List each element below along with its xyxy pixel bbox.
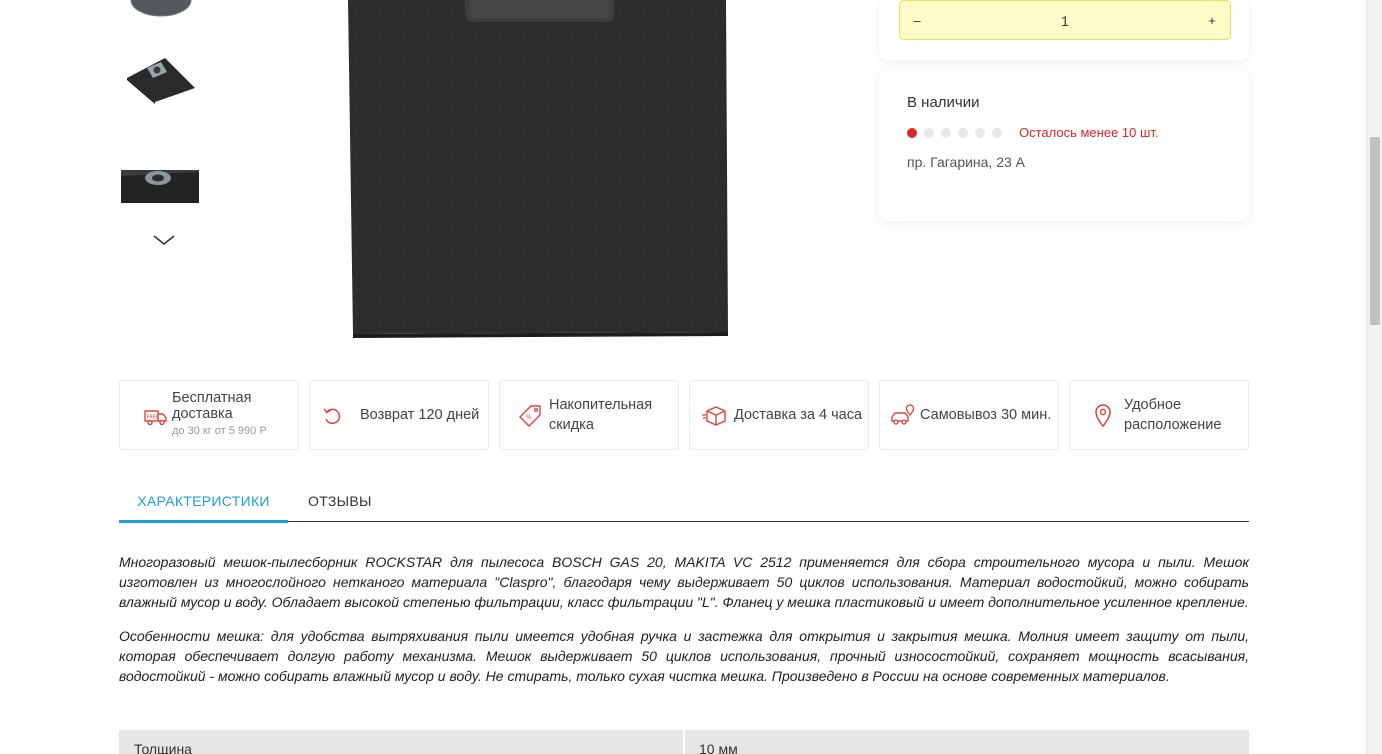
stock-card: В наличии Осталось менее 10 шт. пр. Гага… bbox=[879, 70, 1249, 221]
truck-free-icon: FREE bbox=[144, 410, 167, 426]
feature-free-delivery[interactable]: FREE Бесплатная доставка до 30 кг от 5 9… bbox=[119, 380, 299, 450]
feature-sublabel: до 30 кг от 5 990 Р bbox=[172, 425, 267, 437]
svg-text:%: % bbox=[526, 414, 532, 421]
quantity-input[interactable]: 1 bbox=[940, 11, 1190, 31]
stock-status-title: В наличии bbox=[907, 94, 980, 111]
stock-level-dot bbox=[924, 128, 934, 138]
spec-value: 10 мм bbox=[699, 741, 738, 754]
feature-label: Бесплатная доставка bbox=[172, 390, 252, 422]
gallery-thumbnail[interactable] bbox=[121, 152, 199, 203]
car-pickup-icon bbox=[891, 404, 915, 425]
product-description-paragraph: Особенности мешка: для удобства вытряхив… bbox=[119, 628, 1249, 684]
tab-reviews[interactable]: ОТЗЫВЫ bbox=[308, 481, 372, 522]
scrollbar-thumb[interactable] bbox=[1370, 137, 1380, 325]
gallery-thumbnail[interactable] bbox=[121, 0, 199, 20]
stock-level-dot bbox=[975, 128, 985, 138]
chevron-down-icon bbox=[153, 235, 175, 246]
svg-text:FREE: FREE bbox=[147, 415, 160, 421]
feature-label: Возврат 120 дней bbox=[360, 407, 480, 423]
quantity-stepper: – 1 + bbox=[899, 0, 1231, 40]
stock-level-dot bbox=[992, 128, 1002, 138]
spec-name: Толщина bbox=[134, 741, 192, 754]
stock-level-indicator bbox=[907, 128, 1002, 138]
spec-table-row: Толщина 10 мм bbox=[119, 730, 1249, 754]
feature-label: Удобное расположение bbox=[1124, 397, 1222, 433]
feature-fast-delivery[interactable]: Доставка за 4 часа bbox=[689, 380, 869, 450]
discount-tag-icon: % bbox=[519, 405, 541, 427]
quantity-increase-button[interactable]: + bbox=[1202, 11, 1222, 31]
product-tabs: ХАРАКТЕРИСТИКИ ОТЗЫВЫ bbox=[119, 481, 1249, 523]
stock-level-dot bbox=[958, 128, 968, 138]
location-pin-icon bbox=[1095, 404, 1111, 428]
gallery-next-button[interactable] bbox=[151, 230, 177, 250]
stock-level-dot bbox=[907, 128, 917, 138]
store-address[interactable]: пр. Гагарина, 23 А bbox=[907, 154, 1025, 170]
feature-return[interactable]: Возврат 120 дней bbox=[309, 380, 489, 450]
stock-remaining-text: Осталось менее 10 шт. bbox=[1019, 125, 1159, 140]
quantity-decrease-button[interactable]: – bbox=[907, 11, 927, 31]
quantity-card: – 1 + bbox=[879, 0, 1249, 60]
feature-label: Самовывоз 30 мин. bbox=[920, 407, 1052, 423]
product-description-paragraph: Многоразовый мешок-пылесборник ROCKSTAR … bbox=[119, 554, 1249, 610]
feature-label: Накопительная скидка bbox=[549, 397, 653, 433]
tab-characteristics[interactable]: ХАРАКТЕРИСТИКИ bbox=[119, 481, 288, 523]
return-icon bbox=[323, 408, 341, 425]
feature-label: Доставка за 4 часа bbox=[734, 407, 863, 423]
feature-location[interactable]: Удобное расположение bbox=[1069, 380, 1249, 450]
box-delivery-icon bbox=[702, 406, 726, 426]
feature-pickup[interactable]: Самовывоз 30 мин. bbox=[879, 380, 1059, 450]
gallery-thumbnail[interactable] bbox=[121, 44, 199, 120]
page-scrollbar[interactable] bbox=[1366, 0, 1382, 754]
stock-level-dot bbox=[941, 128, 951, 138]
spec-divider bbox=[683, 730, 685, 754]
feature-discount[interactable]: % Накопительная скидка bbox=[499, 380, 679, 450]
main-product-image bbox=[300, 0, 790, 345]
